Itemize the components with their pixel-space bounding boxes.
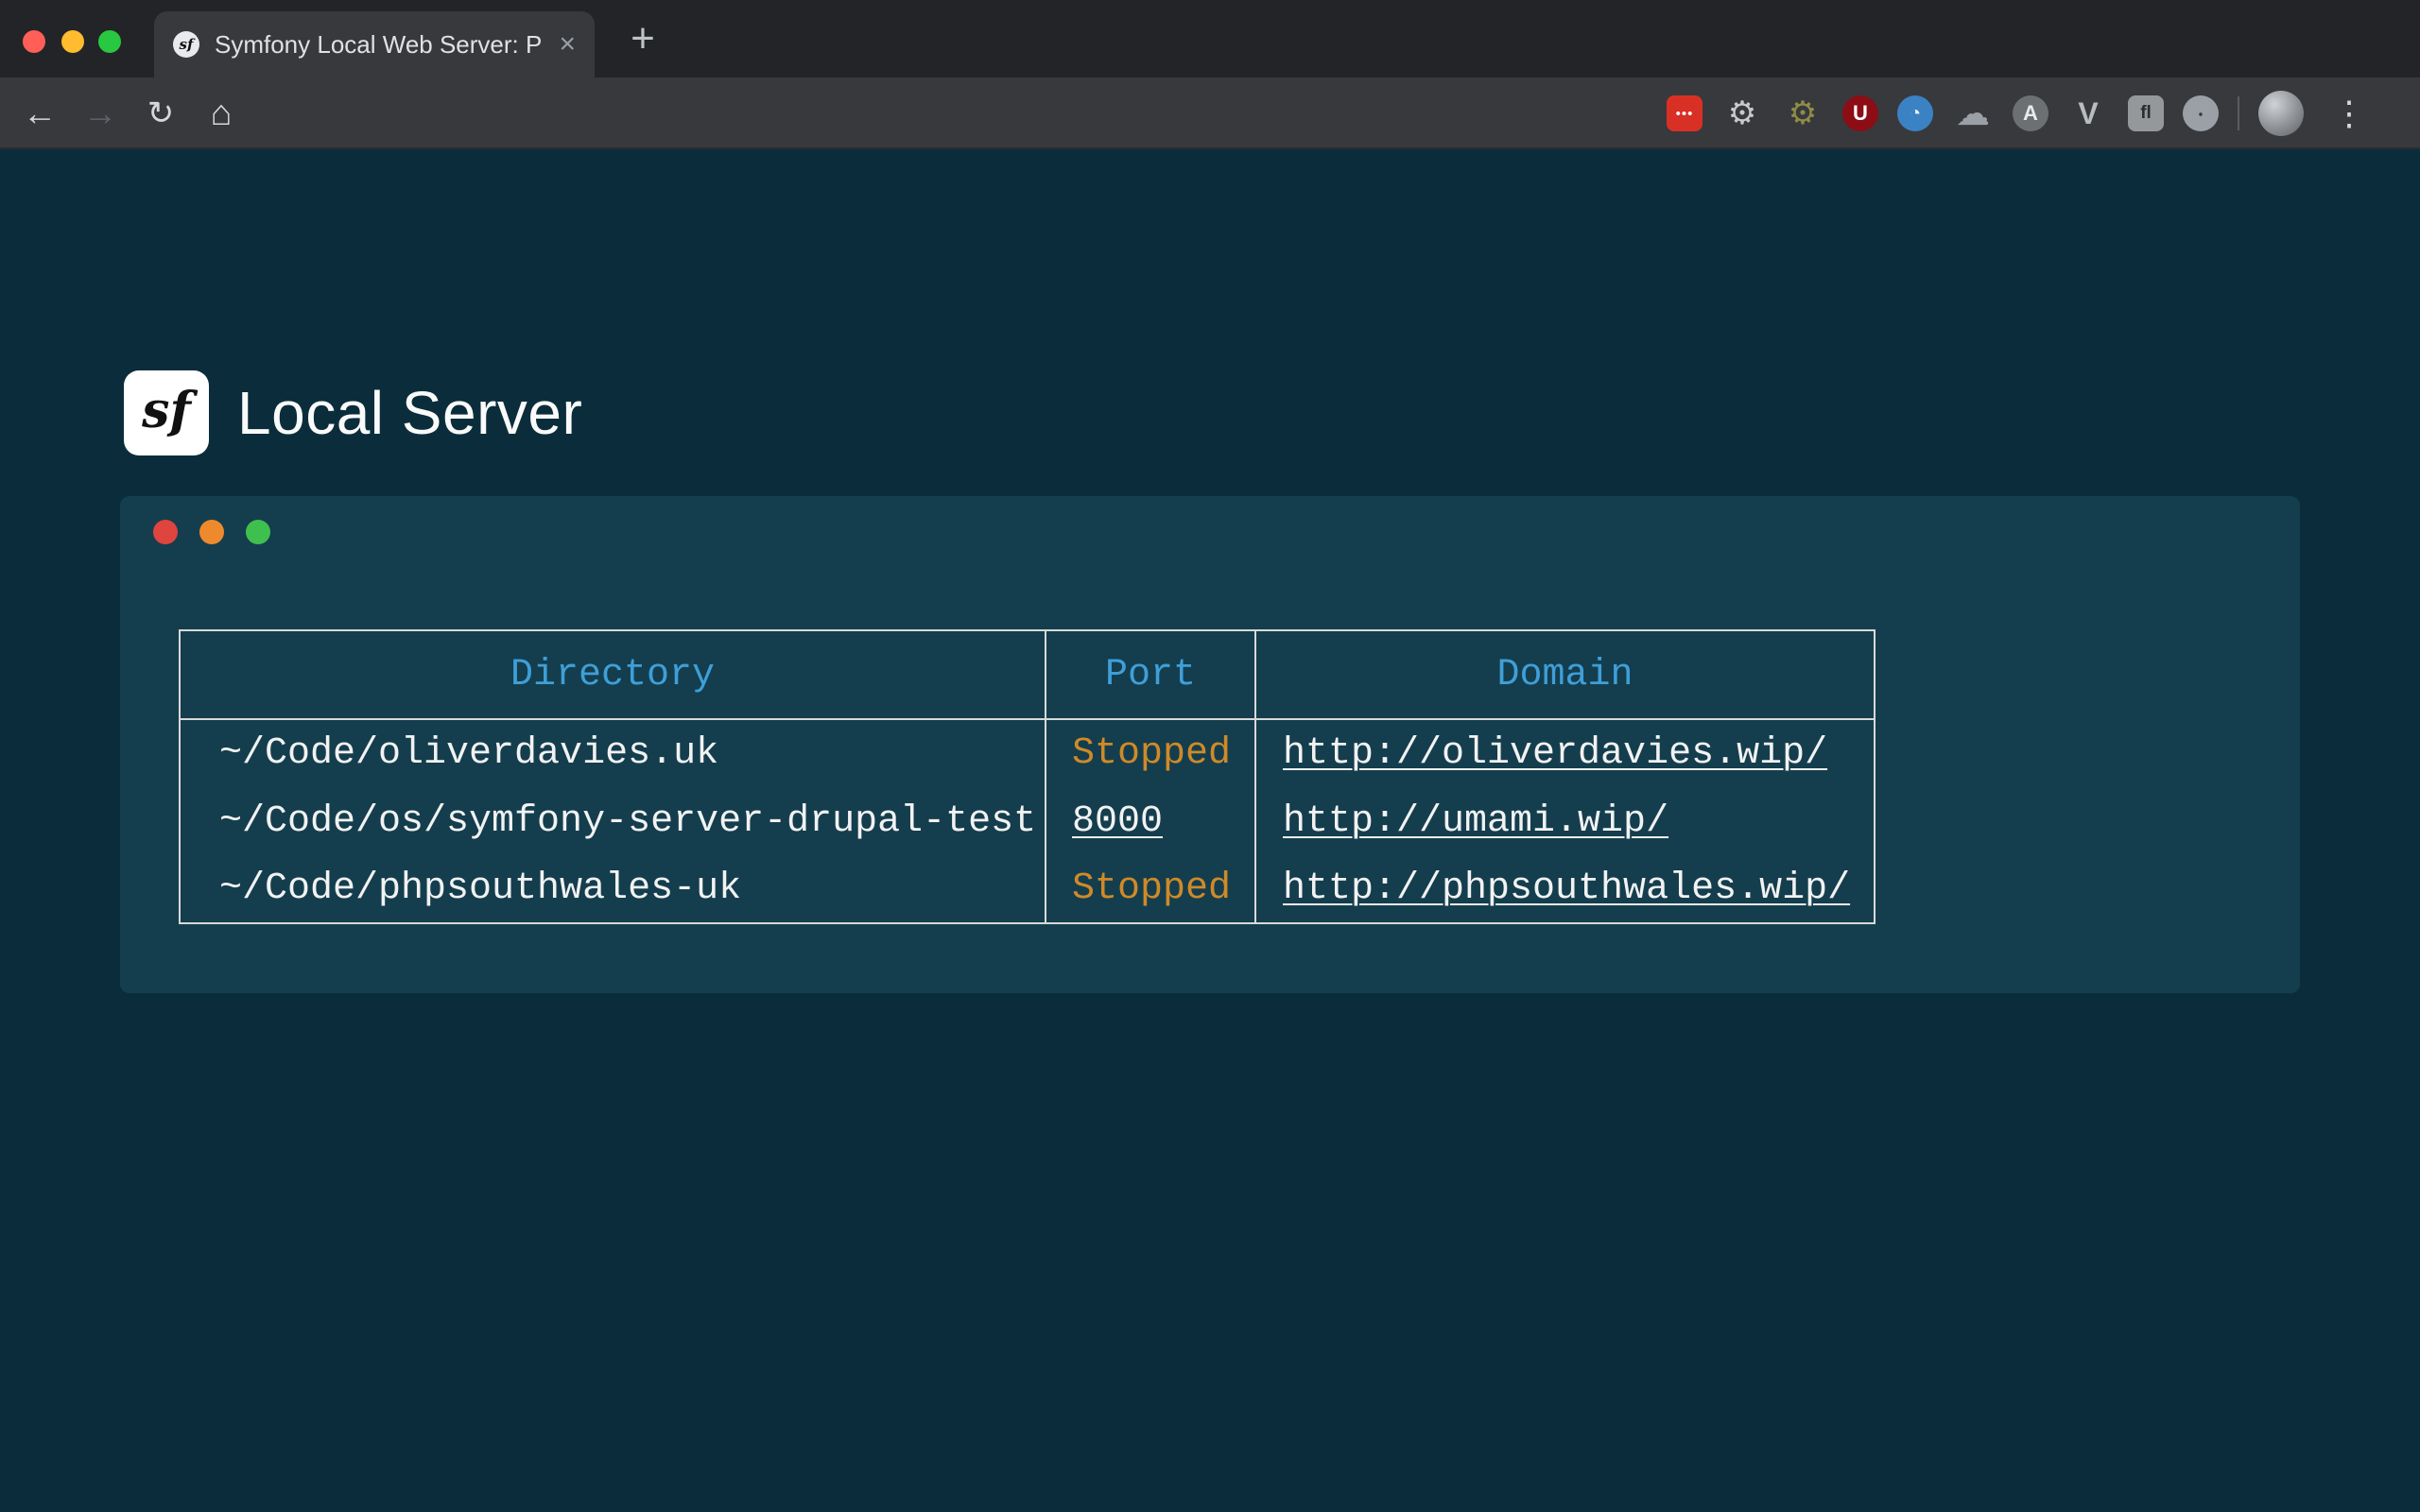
port-column-header: Port — [1046, 630, 1255, 719]
page-title: Local Server — [237, 378, 582, 448]
window-zoom-button[interactable] — [98, 30, 121, 53]
port-link[interactable]: 8000 — [1072, 800, 1163, 843]
browser-tab[interactable]: sf Symfony Local Web Server: Prox × — [154, 11, 595, 77]
cloud-extension-icon[interactable]: ☁ — [1952, 93, 1994, 134]
github-extension-icon[interactable]: ꞏ — [2183, 95, 2219, 131]
browser-menu-icon[interactable]: ⋮ — [2323, 94, 2376, 133]
table-row: ~/Code/os/symfony-server-drupal-test 800… — [180, 787, 1875, 855]
extensions-row: ••• ⚙ ⚙ U ◔ ☁ A V fl ꞏ ⋮ — [1667, 77, 2401, 149]
dark-gear-extension-icon[interactable]: ⚙ — [1782, 93, 1824, 134]
new-tab-button[interactable]: + — [619, 0, 666, 77]
profile-avatar[interactable] — [2258, 91, 2304, 136]
home-icon[interactable]: ⌂ — [195, 77, 248, 149]
directory-cell: ~/Code/oliverdavies.uk — [180, 719, 1046, 787]
tab-favicon-icon: sf — [173, 31, 199, 58]
red-dot-icon — [153, 520, 178, 544]
orange-dot-icon — [199, 520, 224, 544]
fl-extension-icon[interactable]: fl — [2128, 95, 2164, 131]
gear-extension-icon[interactable]: ⚙ — [1721, 93, 1763, 134]
tab-title: Symfony Local Web Server: Prox — [215, 30, 544, 60]
window-minimize-button[interactable] — [61, 30, 84, 53]
servers-table: Directory Port Domain ~/Code/oliverdavie… — [179, 629, 1876, 924]
symfony-logo-glyph: sf — [142, 382, 191, 439]
status-badge: Stopped — [1072, 868, 1231, 910]
domain-link[interactable]: http://oliverdavies.wip/ — [1283, 732, 1827, 775]
letter-v-extension-icon[interactable]: V — [2067, 93, 2109, 134]
green-dot-icon — [246, 520, 270, 544]
ublock-extension-icon[interactable]: U — [1842, 95, 1878, 131]
red-dots-extension-icon[interactable]: ••• — [1667, 95, 1703, 131]
server-panel: Directory Port Domain ~/Code/oliverdavie… — [120, 496, 2300, 993]
table-row: ~/Code/oliverdavies.uk Stopped http://ol… — [180, 719, 1875, 787]
panel-dots — [153, 520, 270, 544]
tab-close-icon[interactable]: × — [559, 30, 576, 59]
table-row: ~/Code/phpsouthwales-uk Stopped http://p… — [180, 855, 1875, 923]
directory-cell: ~/Code/phpsouthwales-uk — [180, 855, 1046, 923]
reload-icon[interactable]: ↻ — [134, 77, 187, 149]
directory-cell: ~/Code/os/symfony-server-drupal-test — [180, 787, 1046, 855]
domain-link[interactable]: http://phpsouthwales.wip/ — [1283, 868, 1850, 910]
page-content: sf Local Server Directory Port Domain ~/… — [0, 149, 2420, 1512]
domain-column-header: Domain — [1255, 630, 1875, 719]
back-icon[interactable]: ← — [13, 77, 66, 149]
forward-icon: → — [74, 77, 127, 149]
tab-strip: sf Symfony Local Web Server: Prox × + — [0, 0, 2420, 77]
blue-circle-extension-icon[interactable]: ◔ — [1897, 95, 1933, 131]
status-badge: Stopped — [1072, 732, 1231, 775]
extensions-divider — [2238, 96, 2239, 130]
table-header-row: Directory Port Domain — [180, 630, 1875, 719]
domain-link[interactable]: http://umami.wip/ — [1283, 800, 1668, 843]
directory-column-header: Directory — [180, 630, 1046, 719]
page-header: sf Local Server — [124, 370, 582, 455]
window-close-button[interactable] — [23, 30, 45, 53]
symfony-logo-icon: sf — [124, 370, 209, 455]
letter-a-extension-icon[interactable]: A — [2013, 95, 2048, 131]
